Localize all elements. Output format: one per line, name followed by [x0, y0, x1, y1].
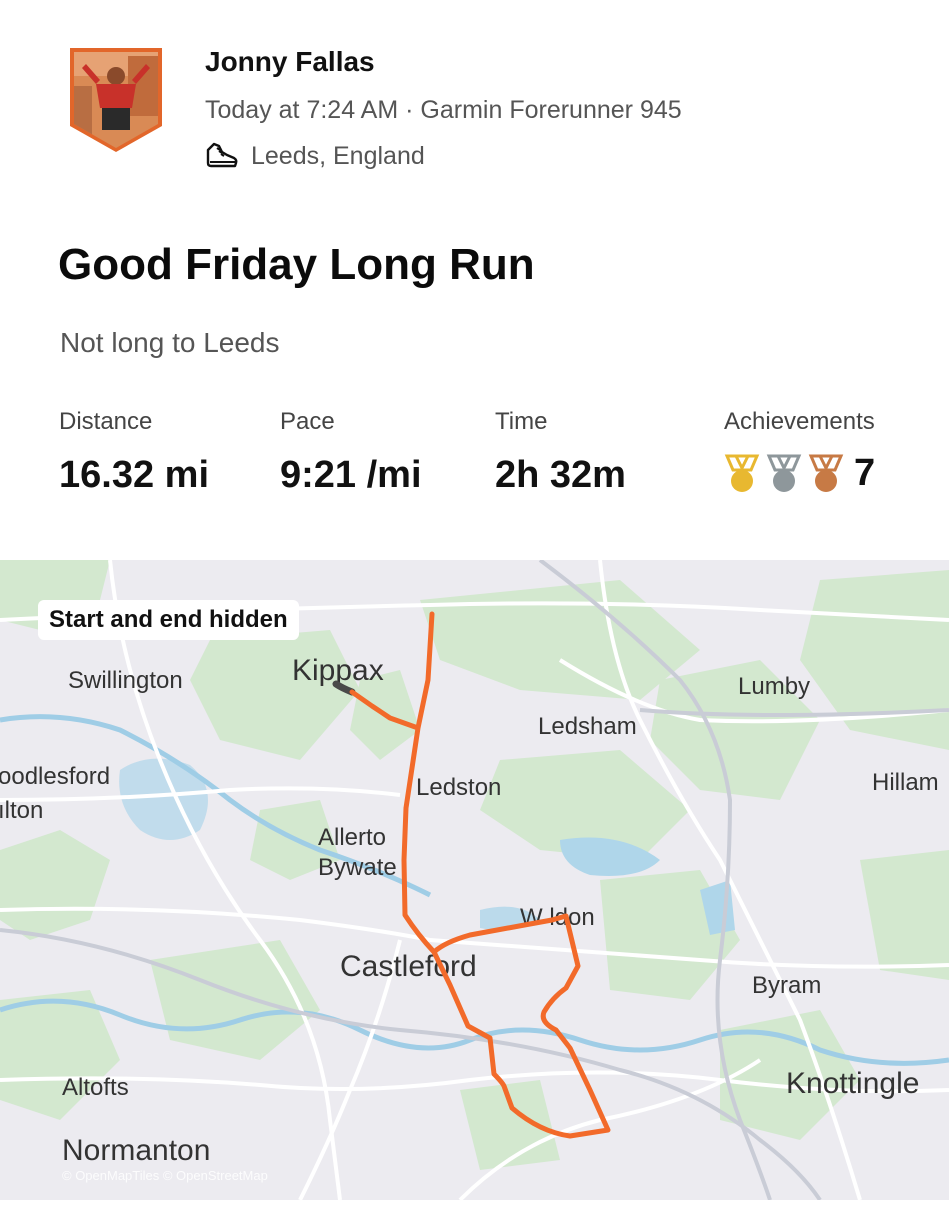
place-knottingley: Knottingle	[786, 1067, 919, 1100]
place-swillington: Swillington	[68, 667, 183, 694]
time-label: Time	[495, 408, 548, 435]
place-ledsham: Ledsham	[538, 713, 637, 740]
place-altofts: Altofts	[62, 1074, 129, 1101]
place-ledston: Ledston	[416, 774, 501, 801]
achievements-medals[interactable]: 7	[724, 452, 875, 495]
achievements-label: Achievements	[724, 408, 875, 435]
map-attribution[interactable]: © OpenMapTiles © OpenStreetMap	[62, 1168, 268, 1183]
place-byram: Byram	[752, 972, 821, 999]
device-name: Garmin Forerunner 945	[420, 96, 682, 124]
achievements-count: 7	[854, 452, 876, 494]
avatar-badge	[70, 48, 162, 152]
place-oulton: ılton	[0, 797, 43, 824]
place-castleford: Castleford	[340, 950, 477, 983]
place-lumby: Lumby	[738, 673, 810, 700]
place-allerton-2: Bywate	[318, 854, 397, 881]
location-row: Leeds, England	[205, 141, 425, 171]
stat-time: Time 2h 32m	[495, 408, 626, 497]
meta-separator: ·	[405, 96, 414, 124]
pace-value: 9:21 /mi	[280, 454, 422, 496]
pace-label: Pace	[280, 408, 335, 435]
activity-description: Not long to Leeds	[60, 327, 280, 358]
activity-title[interactable]: Good Friday Long Run	[58, 240, 535, 290]
stat-pace: Pace 9:21 /mi	[280, 408, 422, 497]
athlete-avatar[interactable]	[68, 46, 164, 152]
activity-meta: Today at 7:24 AM · Garmin Forerunner 945	[205, 96, 682, 125]
activity-timestamp: Today at 7:24 AM	[205, 96, 399, 124]
time-value: 2h 32m	[495, 454, 626, 496]
activity-location: Leeds, England	[251, 141, 425, 170]
bronze-medal-icon	[808, 454, 844, 492]
distance-label: Distance	[59, 408, 153, 435]
stat-achievements[interactable]: Achievements 7	[724, 408, 875, 495]
silver-medal-icon	[766, 454, 802, 492]
distance-value: 16.32 mi	[59, 454, 209, 496]
gold-medal-icon	[724, 454, 760, 492]
map-canvas[interactable]: Kippax Swillington Lumby Ledsham oodlesf…	[0, 558, 949, 1202]
stat-distance: Distance 16.32 mi	[59, 408, 209, 497]
place-allerton-1: Allerto	[318, 824, 386, 851]
athlete-name[interactable]: Jonny Fallas	[205, 46, 375, 78]
place-normanton: Normanton	[62, 1134, 210, 1167]
running-shoe-icon	[206, 142, 238, 168]
route-map[interactable]: Kippax Swillington Lumby Ledsham oodlesf…	[0, 558, 949, 1202]
place-hillam: Hillam	[872, 769, 939, 796]
privacy-chip: Start and end hidden	[38, 600, 299, 640]
place-woodlesford: oodlesford	[0, 763, 110, 790]
